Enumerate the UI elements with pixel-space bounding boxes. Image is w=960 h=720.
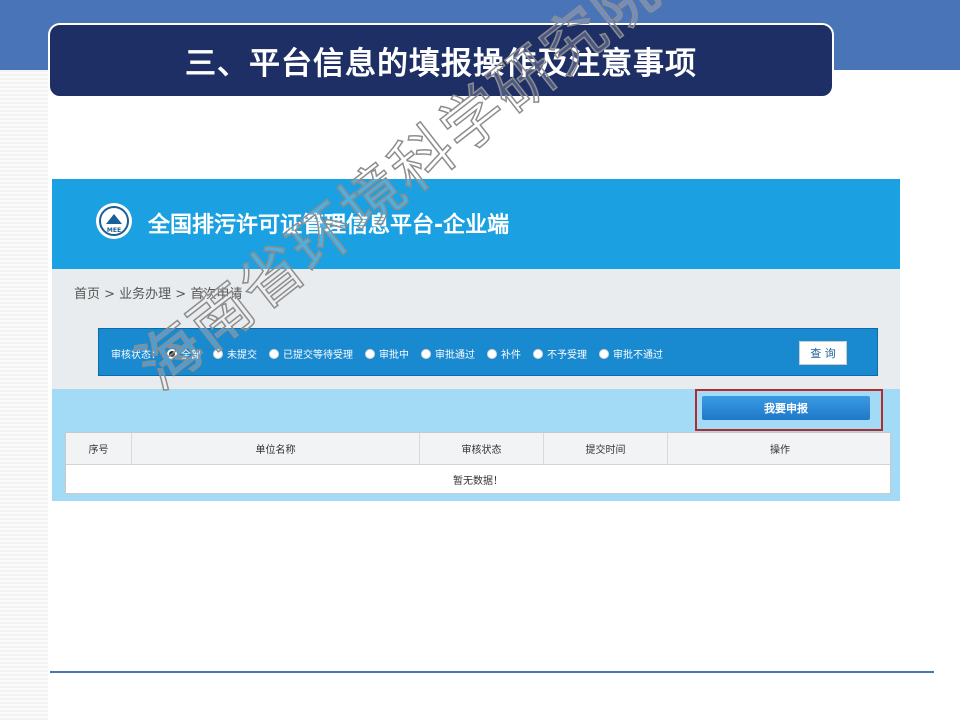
slide-title: 三、平台信息的填报操作及注意事项 — [185, 46, 697, 82]
mee-logo-icon: MEE — [96, 203, 132, 239]
filter-option-supplement[interactable]: 补件 — [487, 346, 521, 361]
radio-icon — [533, 348, 543, 359]
filter-label: 审核状态： — [111, 350, 161, 361]
col-action: 操作 — [770, 445, 790, 456]
breadcrumb: 首页 > 业务办理 > 首次申请 — [74, 287, 243, 302]
status-filter-bar: 审核状态： 全部 未提交 已提交等待受理 审批中 审批通过 补件 不予受理 审批… — [98, 328, 878, 376]
col-submit-time: 提交时间 — [544, 433, 668, 464]
filter-option-rejected[interactable]: 审批不通过 — [599, 346, 663, 361]
platform-title: 全国排污许可证管理信息平台-企业端 — [148, 213, 510, 238]
application-table: 序号 单位名称 审核状态 提交时间 操作 暂无数据！ — [65, 432, 891, 494]
radio-icon — [269, 348, 279, 359]
col-index: 序号 — [66, 433, 132, 464]
filter-option-not-accepted[interactable]: 不予受理 — [533, 346, 587, 361]
radio-icon — [213, 348, 223, 359]
platform-header: MEE 全国排污许可证管理信息平台-企业端 — [52, 179, 900, 269]
radio-icon — [599, 348, 609, 359]
slide-title-box: 三、平台信息的填报操作及注意事项 — [48, 23, 834, 98]
col-status: 审核状态 — [420, 433, 544, 464]
footer-divider — [50, 671, 934, 673]
filter-option-unsubmitted[interactable]: 未提交 — [213, 346, 257, 361]
filter-option-submitted[interactable]: 已提交等待受理 — [269, 346, 353, 361]
empty-message: 暂无数据！ — [453, 475, 503, 487]
table-header: 序号 单位名称 审核状态 提交时间 操作 — [66, 433, 890, 465]
col-unit-name: 单位名称 — [132, 433, 420, 464]
radio-icon — [421, 348, 431, 359]
radio-icon — [365, 348, 375, 359]
platform-screenshot: MEE 全国排污许可证管理信息平台-企业端 首页 > 业务办理 > 首次申请 审… — [52, 179, 900, 501]
radio-icon — [487, 348, 497, 359]
radio-selected-icon — [167, 348, 177, 359]
filter-option-all[interactable]: 全部 — [167, 346, 201, 361]
filter-option-approved[interactable]: 审批通过 — [421, 346, 475, 361]
query-button[interactable]: 查 询 — [799, 341, 847, 365]
apply-button-highlight — [695, 389, 883, 431]
left-decor-strip — [0, 70, 48, 720]
filter-option-in-review[interactable]: 审批中 — [365, 346, 409, 361]
